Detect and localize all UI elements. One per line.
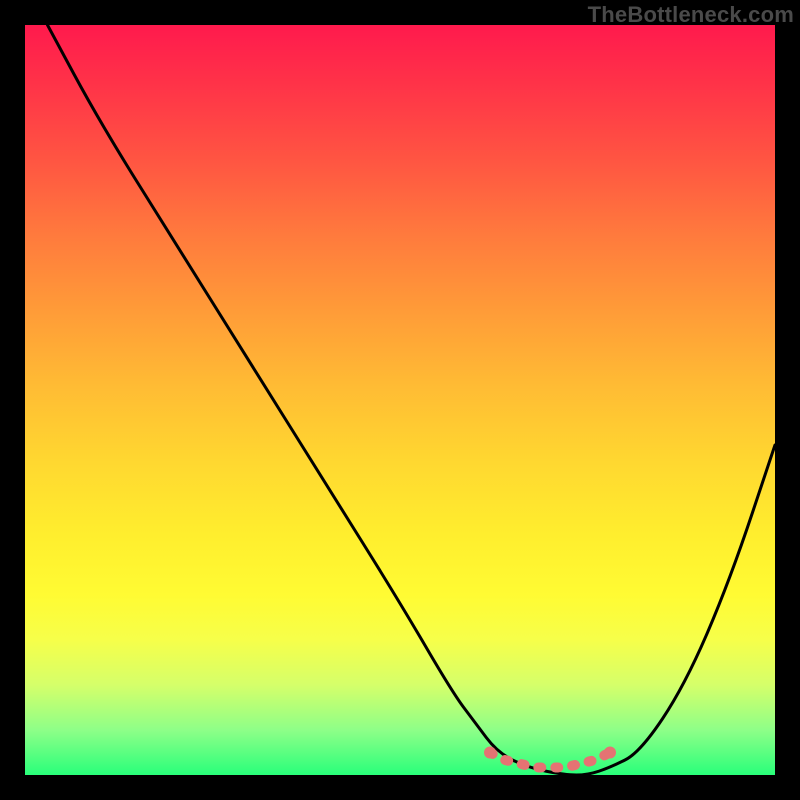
chart-svg [25, 25, 775, 775]
watermark-text: TheBottleneck.com [588, 2, 794, 28]
optimal-range-path [490, 753, 610, 768]
optimal-range-endpoint [604, 747, 616, 759]
chart-frame [25, 25, 775, 775]
optimal-range-endpoint [484, 747, 496, 759]
bottleneck-curve-path [48, 25, 776, 775]
optimal-range-marker [484, 747, 616, 768]
